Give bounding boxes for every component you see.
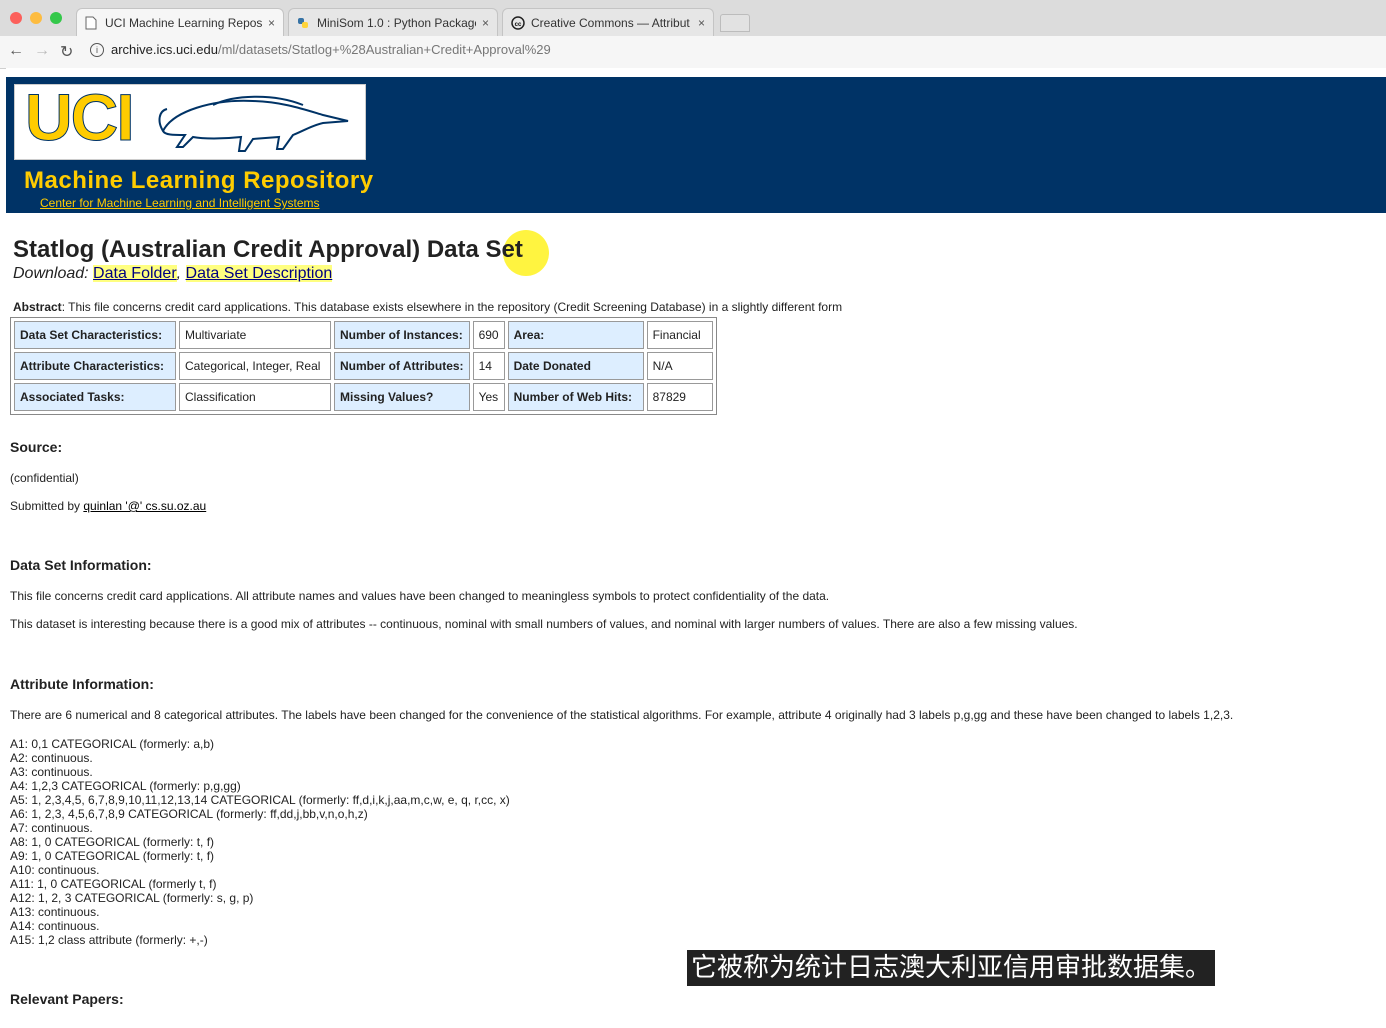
list-item: A9: 1, 0 CATEGORICAL (formerly: t, f) bbox=[10, 849, 215, 863]
table-row: Attribute Characteristics: Categorical, … bbox=[14, 352, 713, 380]
page-content: UCI Machine Learning Repository Center f… bbox=[6, 68, 1386, 1028]
minimize-window-button[interactable] bbox=[30, 12, 42, 24]
dataset-title: Statlog (Australian Credit Approval) Dat… bbox=[13, 236, 523, 263]
tab-title: Creative Commons — Attribut bbox=[531, 15, 690, 30]
list-item: A7: continuous. bbox=[10, 821, 93, 835]
url-field[interactable]: i archive.ics.uci.edu/ml/datasets/Statlo… bbox=[90, 42, 551, 57]
browser-tab-minisom[interactable]: MiniSom 1.0 : Python Package × bbox=[288, 8, 498, 36]
back-arrow-icon[interactable]: ← bbox=[8, 42, 24, 60]
data-set-description-link[interactable]: Data Set Description bbox=[185, 265, 333, 282]
list-item: A15: 1,2 class attribute (formerly: +,-) bbox=[10, 933, 208, 947]
table-value-cell: Classification bbox=[179, 383, 331, 411]
table-label-cell: Data Set Characteristics: bbox=[14, 321, 176, 349]
close-window-button[interactable] bbox=[10, 12, 22, 24]
list-item: A11: 1, 0 CATEGORICAL (formerly t, f) bbox=[10, 877, 217, 891]
source-heading: Source: bbox=[10, 439, 63, 455]
submitter-email-link[interactable]: quinlan '@' cs.su.oz.au bbox=[83, 499, 206, 513]
papers-heading: Relevant Papers: bbox=[10, 991, 124, 1007]
list-item: A5: 1, 2,3,4,5, 6,7,8,9,10,11,12,13,14 C… bbox=[10, 793, 510, 807]
table-label-cell: Date Donated bbox=[507, 352, 644, 380]
table-label-cell: Number of Attributes: bbox=[334, 352, 470, 380]
tab-title: UCI Machine Learning Reposit bbox=[105, 15, 262, 30]
table-label-cell: Missing Values? bbox=[334, 383, 470, 411]
close-tab-icon[interactable]: × bbox=[482, 16, 489, 30]
list-item: A12: 1, 2, 3 CATEGORICAL (formerly: s, g… bbox=[10, 891, 254, 905]
url-host: archive.ics.uci.edu bbox=[111, 42, 218, 57]
list-item: A14: continuous. bbox=[10, 919, 100, 933]
list-item: A1: 0,1 CATEGORICAL (formerly: a,b) bbox=[10, 737, 215, 751]
table-value-cell: Yes bbox=[472, 383, 505, 411]
maximize-window-button[interactable] bbox=[50, 12, 62, 24]
list-item: A2: continuous. bbox=[10, 751, 93, 765]
download-line: Download: Data Folder, Data Set Descript… bbox=[13, 265, 333, 282]
anteater-logo-icon bbox=[158, 95, 349, 152]
list-item: A13: continuous. bbox=[10, 905, 100, 919]
info-heading: Data Set Information: bbox=[10, 557, 152, 573]
python-icon bbox=[297, 16, 309, 30]
video-subtitle-caption: 它被称为统计日志澳大利亚信用审批数据集。 bbox=[687, 950, 1216, 986]
table-label-cell: Number of Web Hits: bbox=[507, 383, 644, 411]
forward-arrow-icon[interactable]: → bbox=[34, 42, 50, 60]
list-item: A3: continuous. bbox=[10, 765, 93, 779]
list-item: A4: 1,2,3 CATEGORICAL (formerly: p,g,gg) bbox=[10, 779, 241, 793]
table-value-cell: 87829 bbox=[646, 383, 713, 411]
list-item: A6: 1, 2,3, 4,5,6,7,8,9 CATEGORICAL (for… bbox=[10, 807, 368, 821]
new-tab-button[interactable] bbox=[720, 14, 750, 32]
attribute-heading: Attribute Information: bbox=[10, 676, 154, 692]
table-row: Associated Tasks: Classification Missing… bbox=[14, 383, 713, 411]
info-paragraph: This dataset is interesting because ther… bbox=[10, 617, 1078, 631]
table-value-cell: 14 bbox=[472, 352, 505, 380]
info-paragraph: This file concerns credit card applicati… bbox=[10, 589, 830, 603]
download-label: Download bbox=[13, 265, 85, 282]
site-title: Machine Learning Repository bbox=[24, 167, 374, 194]
tab-title: MiniSom 1.0 : Python Package bbox=[317, 15, 476, 30]
abstract: Abstract: This file concerns credit card… bbox=[13, 300, 842, 314]
browser-tab-bar: UCI Machine Learning Reposit × MiniSom 1… bbox=[0, 0, 1386, 37]
uci-logo[interactable]: UCI bbox=[14, 80, 366, 160]
info-icon[interactable]: i bbox=[90, 42, 104, 57]
url-path: /ml/datasets/Statlog+%28Australian+Credi… bbox=[217, 42, 551, 57]
close-tab-icon[interactable]: × bbox=[268, 16, 275, 30]
table-value-cell: 690 bbox=[472, 321, 505, 349]
logo-text: UCI bbox=[25, 80, 136, 155]
list-item: A8: 1, 0 CATEGORICAL (formerly: t, f) bbox=[10, 835, 215, 849]
table-label-cell: Associated Tasks: bbox=[14, 383, 176, 411]
site-banner: UCI Machine Learning Repository Center f… bbox=[6, 77, 1386, 213]
close-tab-icon[interactable]: × bbox=[698, 16, 705, 30]
table-label-cell: Attribute Characteristics: bbox=[14, 352, 176, 380]
table-value-cell: N/A bbox=[646, 352, 713, 380]
submitted-prefix: Submitted by bbox=[10, 499, 84, 513]
creative-commons-icon: cc bbox=[511, 15, 525, 30]
reload-icon[interactable]: ↻ bbox=[60, 42, 73, 62]
svg-text:cc: cc bbox=[515, 22, 522, 28]
center-link[interactable]: Center for Machine Learning and Intellig… bbox=[40, 196, 320, 210]
attribute-list: A1: 0,1 CATEGORICAL (formerly: a,b) A2: … bbox=[10, 737, 510, 947]
table-row: Data Set Characteristics: Multivariate N… bbox=[14, 321, 713, 349]
abstract-label: Abstract bbox=[13, 300, 62, 314]
address-bar: ← → ↻ i archive.ics.uci.edu/ml/datasets/… bbox=[0, 36, 1386, 69]
list-item: A10: continuous. bbox=[10, 863, 100, 877]
submitted-by: Submitted by quinlan '@' cs.su.oz.au bbox=[10, 499, 206, 513]
characteristics-table: Data Set Characteristics: Multivariate N… bbox=[10, 317, 717, 415]
table-value-cell: Multivariate bbox=[179, 321, 331, 349]
browser-tab-uci[interactable]: UCI Machine Learning Reposit × bbox=[76, 8, 284, 36]
abstract-text: : This file concerns credit card applica… bbox=[61, 300, 843, 314]
page-icon bbox=[85, 16, 97, 30]
browser-tab-creative-commons[interactable]: cc Creative Commons — Attribut × bbox=[502, 8, 714, 36]
table-label-cell: Number of Instances: bbox=[334, 321, 470, 349]
table-value-cell: Financial bbox=[646, 321, 713, 349]
table-label-cell: Area: bbox=[507, 321, 644, 349]
data-folder-link[interactable]: Data Folder bbox=[93, 265, 177, 282]
source-text: (confidential) bbox=[10, 471, 79, 485]
attribute-intro: There are 6 numerical and 8 categorical … bbox=[10, 708, 1234, 722]
table-value-cell: Categorical, Integer, Real bbox=[179, 352, 331, 380]
